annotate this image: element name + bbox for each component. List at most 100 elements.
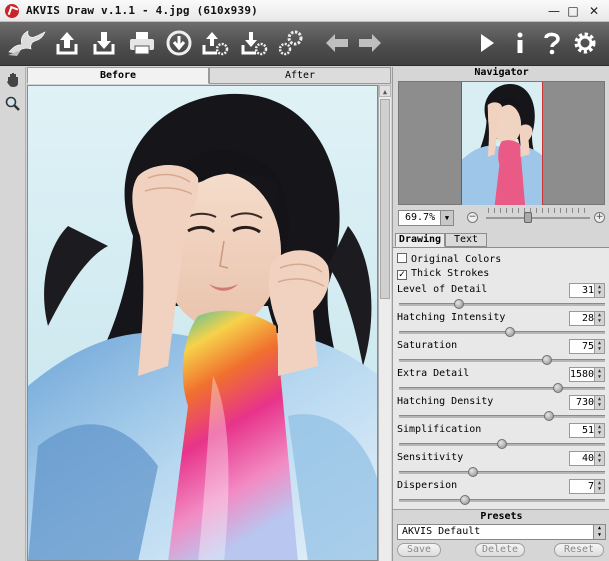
preset-select[interactable]: AKVIS Default ▲ ▼ xyxy=(397,524,606,540)
spin-arrows-icon[interactable]: ▲ ▼ xyxy=(594,284,604,297)
run-icon[interactable] xyxy=(472,28,502,58)
title-bar: AKVIS Draw v.1.1 - 4.jpg (610x939) — □ ✕ xyxy=(0,0,609,22)
undo-icon[interactable] xyxy=(322,28,352,58)
tool-strip xyxy=(0,67,26,561)
image-canvas[interactable] xyxy=(27,85,378,561)
spin-arrows-icon[interactable]: ▲ ▼ xyxy=(594,340,604,353)
param-value-input[interactable]: 28 ▲ ▼ xyxy=(569,311,605,326)
zoom-value: 69.7% xyxy=(405,212,436,223)
param-slider-knob[interactable] xyxy=(542,355,553,365)
tab-text[interactable]: Text xyxy=(445,233,487,247)
param-value-input[interactable]: 730 ▲ ▼ xyxy=(569,395,605,410)
original-colors-label: Original Colors xyxy=(411,254,502,265)
original-colors-checkbox[interactable] xyxy=(397,253,407,263)
chevron-down-icon[interactable]: ▼ xyxy=(440,211,453,225)
save-preset-button[interactable]: Save xyxy=(397,543,441,557)
navigator-thumbnail xyxy=(461,82,543,205)
thick-strokes-checkbox[interactable]: ✓ xyxy=(397,270,407,280)
zoom-in-icon[interactable]: + xyxy=(594,212,605,223)
import-settings-icon[interactable] xyxy=(200,28,230,58)
portrait-image xyxy=(28,86,377,560)
param-label: Saturation xyxy=(397,340,458,351)
zoom-tool-icon[interactable] xyxy=(4,95,22,113)
hand-tool-icon[interactable] xyxy=(4,71,22,89)
param-slider-track[interactable] xyxy=(399,331,605,334)
export-settings-icon[interactable] xyxy=(239,28,269,58)
tab-before[interactable]: Before xyxy=(27,67,209,84)
redo-icon[interactable] xyxy=(355,28,385,58)
param-row: Simplification 51 ▲ ▼ xyxy=(393,423,609,451)
drawing-settings: Original Colors ✓ Thick Strokes Level of … xyxy=(393,247,609,509)
param-row: Sensitivity 40 ▲ ▼ xyxy=(393,451,609,479)
param-label: Hatching Intensity xyxy=(397,312,506,323)
spin-arrows-icon[interactable]: ▲ ▼ xyxy=(594,424,604,437)
param-slider-knob[interactable] xyxy=(468,467,479,477)
spin-arrows-icon[interactable]: ▲ ▼ xyxy=(594,480,604,493)
akvis-bird-logo-icon xyxy=(6,28,48,58)
param-row: Dispersion 7 ▲ ▼ xyxy=(393,479,609,507)
param-slider-knob[interactable] xyxy=(552,383,563,393)
param-value-input[interactable]: 1580 ▲ ▼ xyxy=(569,367,605,382)
navigator-preview[interactable] xyxy=(398,81,605,205)
original-colors-option[interactable]: Original Colors xyxy=(397,253,501,266)
param-slider-track[interactable] xyxy=(399,471,605,474)
vertical-scrollbar[interactable]: ▲ xyxy=(378,85,391,561)
zoom-slider-knob[interactable] xyxy=(523,212,532,223)
param-slider-knob[interactable] xyxy=(544,411,555,421)
param-slider-track[interactable] xyxy=(399,303,605,306)
param-slider-track[interactable] xyxy=(399,359,605,362)
batch-processing-icon[interactable] xyxy=(276,28,306,58)
param-value: 1580 xyxy=(570,369,595,380)
param-slider-knob[interactable] xyxy=(497,439,507,449)
spin-arrows-icon[interactable]: ▲ ▼ xyxy=(594,368,604,381)
zoom-slider-track[interactable] xyxy=(486,217,590,219)
save-icon[interactable] xyxy=(89,28,119,58)
print-icon[interactable] xyxy=(127,28,157,58)
navigator-title: Navigator xyxy=(474,67,529,78)
param-slider-knob[interactable] xyxy=(459,495,470,505)
reset-preset-button[interactable]: Reset xyxy=(554,543,604,557)
param-slider-knob[interactable] xyxy=(453,299,464,309)
thick-strokes-option[interactable]: ✓ Thick Strokes xyxy=(397,268,489,281)
param-value: 730 xyxy=(575,397,594,408)
scroll-up-arrow-icon[interactable]: ▲ xyxy=(379,85,391,97)
scroll-thumb[interactable] xyxy=(380,99,390,299)
zoom-select[interactable]: 69.7% ▼ xyxy=(398,210,454,226)
param-row: Hatching Intensity 28 ▲ ▼ xyxy=(393,311,609,339)
param-label: Dispersion xyxy=(397,480,458,491)
settings-panel: Navigator 69.7% ▼ − + Drawing Text Origi… xyxy=(392,67,609,561)
param-value-input[interactable]: 40 ▲ ▼ xyxy=(569,451,605,466)
spin-arrows-icon[interactable]: ▲ ▼ xyxy=(594,312,604,325)
param-value: 7 xyxy=(587,481,594,492)
akvis-app-icon xyxy=(5,4,19,18)
zoom-slider-ticks xyxy=(488,208,588,213)
param-slider-track[interactable] xyxy=(399,387,605,390)
spin-arrows-icon[interactable]: ▲ ▼ xyxy=(594,452,604,465)
param-value-input[interactable]: 75 ▲ ▼ xyxy=(569,339,605,354)
param-value-input[interactable]: 31 ▲ ▼ xyxy=(569,283,605,298)
maximize-button[interactable]: □ xyxy=(565,3,581,19)
share-icon[interactable] xyxy=(164,28,194,58)
view-tabs: Before After xyxy=(27,67,391,84)
param-row: Hatching Density 730 ▲ ▼ xyxy=(393,395,609,423)
minimize-button[interactable]: — xyxy=(546,3,562,19)
delete-preset-button[interactable]: Delete xyxy=(475,543,525,557)
param-value-input[interactable]: 7 ▲ ▼ xyxy=(569,479,605,494)
param-slider-track[interactable] xyxy=(399,499,605,502)
tab-after[interactable]: After xyxy=(209,67,391,84)
close-button[interactable]: ✕ xyxy=(586,3,602,19)
param-slider-track[interactable] xyxy=(399,415,605,418)
param-value: 28 xyxy=(581,313,594,324)
preferences-icon[interactable] xyxy=(570,28,600,58)
param-row: Saturation 75 ▲ ▼ xyxy=(393,339,609,367)
spin-arrows-icon[interactable]: ▲ ▼ xyxy=(594,396,604,409)
spin-arrows-icon[interactable]: ▲ ▼ xyxy=(593,525,605,539)
zoom-out-icon[interactable]: − xyxy=(467,212,478,223)
tab-drawing[interactable]: Drawing xyxy=(395,233,445,247)
param-slider-knob[interactable] xyxy=(505,327,516,337)
help-icon[interactable] xyxy=(537,28,567,58)
param-row: Level of Detail 31 ▲ ▼ xyxy=(393,283,609,311)
param-value-input[interactable]: 51 ▲ ▼ xyxy=(569,423,605,438)
open-icon[interactable] xyxy=(52,28,82,58)
info-icon[interactable] xyxy=(505,28,535,58)
